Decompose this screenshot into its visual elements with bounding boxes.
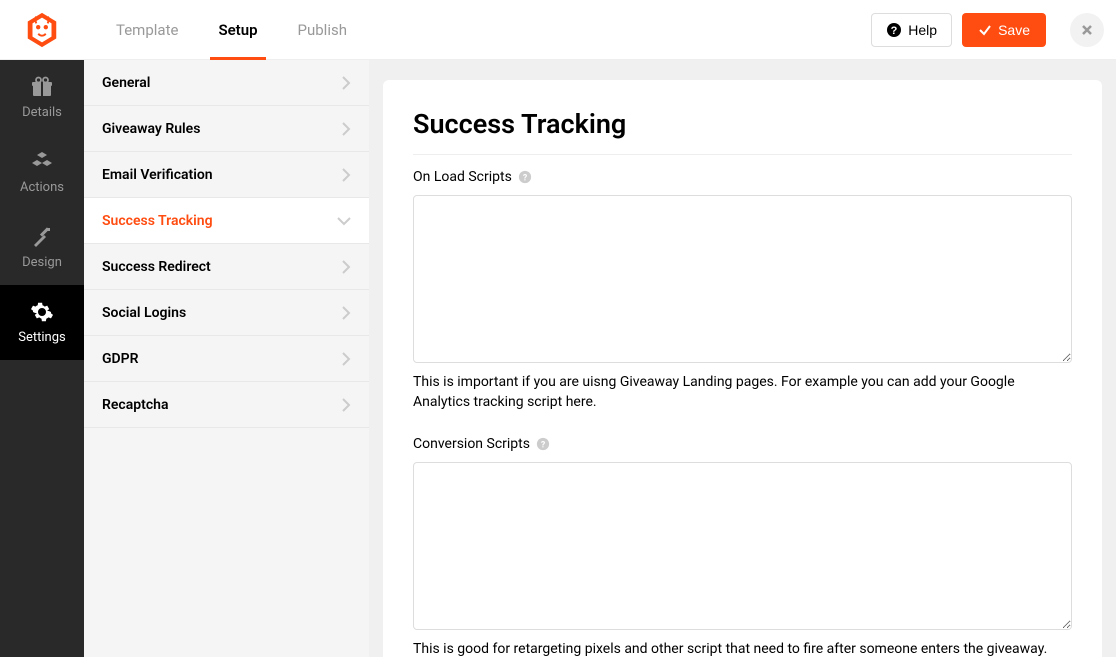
- chevron-right-icon: [341, 306, 351, 320]
- svg-text:?: ?: [891, 25, 898, 37]
- field-label: Conversion Scripts ?: [413, 436, 1072, 452]
- settings-item-success-redirect[interactable]: Success Redirect: [84, 244, 369, 290]
- panel-title: Success Tracking: [413, 108, 1072, 155]
- close-button[interactable]: [1070, 13, 1104, 47]
- settings-item-label: Social Logins: [102, 305, 186, 321]
- chevron-right-icon: [341, 398, 351, 412]
- save-button[interactable]: Save: [962, 13, 1046, 47]
- settings-item-label: GDPR: [102, 351, 139, 367]
- tools-icon: [30, 225, 54, 249]
- tab-template[interactable]: Template: [96, 0, 198, 59]
- settings-item-general[interactable]: General: [84, 60, 369, 106]
- help-question-icon[interactable]: ?: [536, 437, 550, 451]
- field-label-text: On Load Scripts: [413, 169, 512, 185]
- content-area: Success Tracking On Load Scripts ? This …: [369, 60, 1116, 657]
- help-button-label: Help: [908, 22, 937, 38]
- body: General Giveaway Rules Email Verificatio…: [84, 60, 1116, 657]
- chevron-right-icon: [341, 168, 351, 182]
- settings-item-social-logins[interactable]: Social Logins: [84, 290, 369, 336]
- sidebar-item-label: Settings: [18, 330, 65, 345]
- tab-publish[interactable]: Publish: [278, 0, 367, 59]
- sidebar-item-label: Details: [22, 105, 62, 120]
- header: Template Setup Publish ? Help Save: [0, 0, 1116, 60]
- gift-icon: [30, 75, 54, 99]
- tabs: Template Setup Publish: [96, 0, 367, 59]
- sidebar-item-label: Design: [22, 255, 62, 270]
- field-on-load-scripts: On Load Scripts ? This is important if y…: [413, 169, 1072, 412]
- settings-item-label: Email Verification: [102, 167, 213, 183]
- svg-text:?: ?: [541, 441, 546, 451]
- chevron-down-icon: [337, 216, 351, 226]
- boxes-icon: [30, 150, 54, 174]
- help-question-icon[interactable]: ?: [518, 170, 532, 184]
- panel: Success Tracking On Load Scripts ? This …: [383, 80, 1102, 657]
- chevron-right-icon: [341, 76, 351, 90]
- sidebar-item-settings[interactable]: Settings: [0, 285, 84, 360]
- gear-icon: [30, 300, 54, 324]
- help-circle-icon: ?: [886, 22, 902, 38]
- settings-item-success-tracking[interactable]: Success Tracking: [84, 198, 369, 244]
- save-button-label: Save: [998, 22, 1030, 38]
- help-button[interactable]: ? Help: [871, 13, 952, 47]
- field-hint: This is good for retargeting pixels and …: [413, 640, 1072, 657]
- chevron-right-icon: [341, 122, 351, 136]
- settings-item-gdpr[interactable]: GDPR: [84, 336, 369, 382]
- close-icon: [1080, 23, 1094, 37]
- field-hint: This is important if you are uisng Givea…: [413, 373, 1072, 412]
- field-label-text: Conversion Scripts: [413, 436, 530, 452]
- svg-text:?: ?: [523, 174, 528, 184]
- sidebar-item-design[interactable]: Design: [0, 210, 84, 285]
- on-load-scripts-input[interactable]: [413, 195, 1072, 363]
- icon-sidebar: Details Actions Design: [0, 60, 84, 657]
- conversion-scripts-input[interactable]: [413, 462, 1072, 630]
- header-right: ? Help Save: [871, 13, 1104, 47]
- check-icon: [978, 23, 992, 37]
- chevron-right-icon: [341, 260, 351, 274]
- field-label: On Load Scripts ?: [413, 169, 1072, 185]
- settings-item-email-verification[interactable]: Email Verification: [84, 152, 369, 198]
- logo-icon: [23, 11, 61, 49]
- sidebar-item-actions[interactable]: Actions: [0, 135, 84, 210]
- settings-item-label: Giveaway Rules: [102, 121, 200, 137]
- sidebar-item-details[interactable]: Details: [0, 60, 84, 135]
- settings-item-label: General: [102, 75, 150, 91]
- logo-container: [0, 11, 84, 49]
- settings-item-label: Recaptcha: [102, 397, 168, 413]
- sidebar-item-label: Actions: [20, 180, 64, 195]
- settings-item-label: Success Tracking: [102, 213, 213, 229]
- chevron-right-icon: [341, 352, 351, 366]
- settings-sidebar: General Giveaway Rules Email Verificatio…: [84, 60, 369, 657]
- tab-setup[interactable]: Setup: [198, 0, 277, 59]
- field-conversion-scripts: Conversion Scripts ? This is good for re…: [413, 436, 1072, 657]
- settings-item-label: Success Redirect: [102, 259, 211, 275]
- settings-item-recaptcha[interactable]: Recaptcha: [84, 382, 369, 428]
- settings-item-giveaway-rules[interactable]: Giveaway Rules: [84, 106, 369, 152]
